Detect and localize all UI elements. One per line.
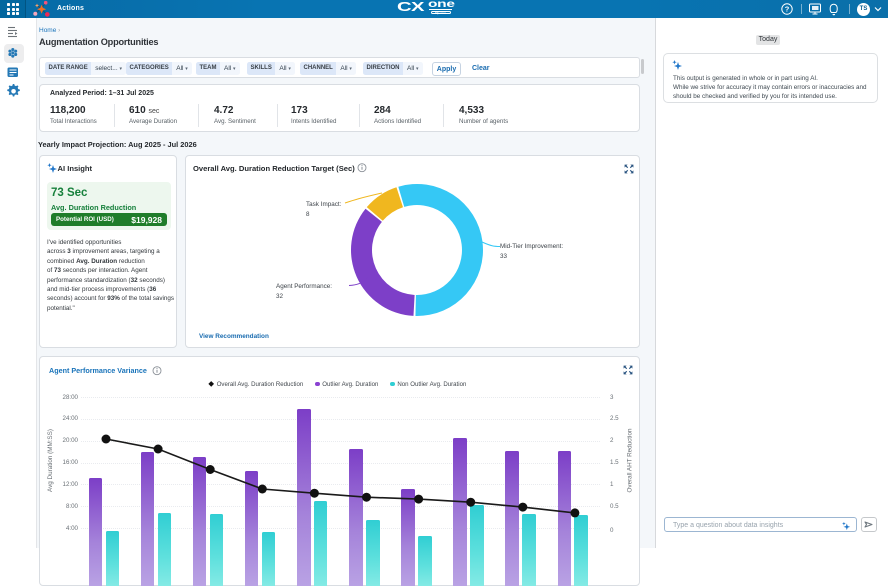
svg-text:?: ?	[785, 5, 790, 14]
